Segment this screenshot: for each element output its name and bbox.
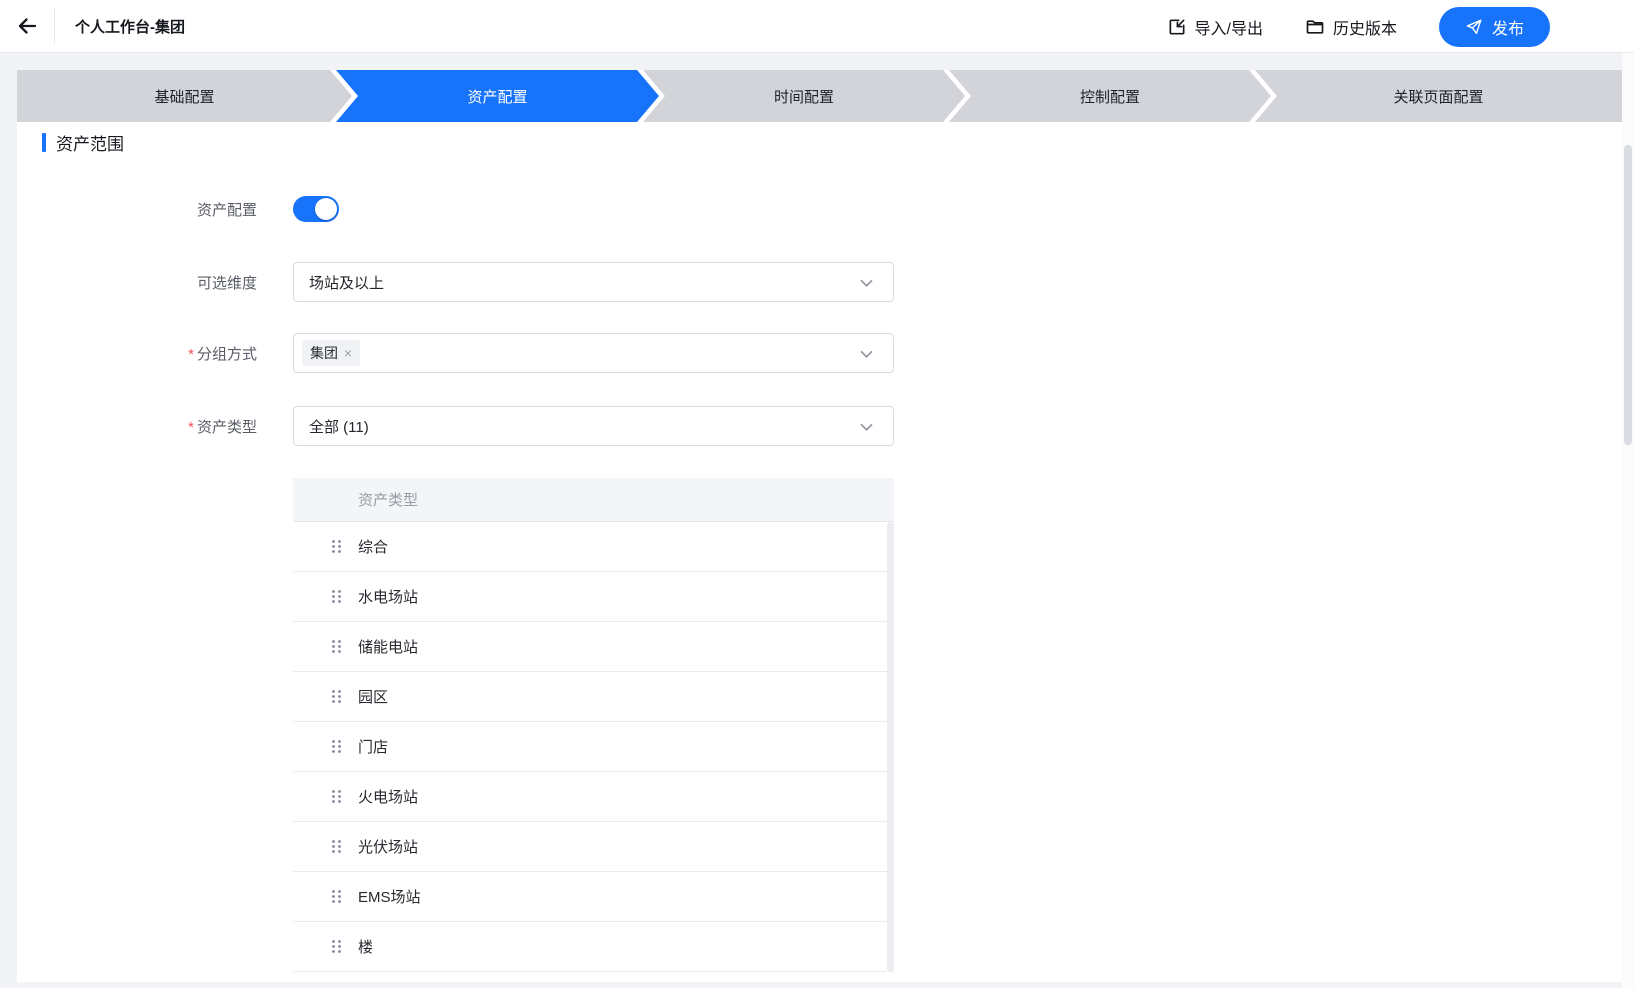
table-header-cell: 资产类型 <box>293 478 894 522</box>
grouping-select[interactable]: 集团 × <box>293 333 894 373</box>
publish-label: 发布 <box>1491 20 1524 38</box>
asset-type-select[interactable]: 全部 (11) <box>293 406 894 446</box>
toggle-knob <box>315 198 337 220</box>
drag-handle-icon[interactable] <box>331 739 343 754</box>
drag-handle-icon[interactable] <box>331 639 343 654</box>
drag-handle-icon[interactable] <box>331 689 343 704</box>
table-row: 门店 <box>293 722 887 772</box>
step-tab-time-config[interactable]: 时间配置 <box>643 70 965 122</box>
section-title: 资产范围 <box>56 135 124 154</box>
dimension-select[interactable]: 场站及以上 <box>293 262 894 302</box>
asset-type-select-value: 全部 (11) <box>309 418 369 436</box>
folder-icon <box>1305 17 1325 37</box>
asset-type-cell: 储能电站 <box>358 639 419 656</box>
drag-handle-icon[interactable] <box>331 839 343 854</box>
page-title: 个人工作台-集团 <box>75 18 185 36</box>
grouping-label: * 分组方式 <box>188 345 257 363</box>
content-card: 基础配置 资产配置 时间配置 控制配置 关联页面配置 资产范围 资产配置 可选维… <box>17 70 1622 982</box>
form-row-asset-type: * 资产类型 全部 (11) <box>17 406 894 446</box>
group-tag-label: 集团 <box>310 345 338 361</box>
topbar-divider <box>54 8 55 44</box>
asset-type-cell: 楼 <box>358 939 374 956</box>
import-export-button[interactable]: 导入/导出 <box>1167 15 1263 39</box>
form-row-asset-config: 资产配置 <box>17 183 339 235</box>
import-export-icon <box>1167 17 1187 37</box>
top-bar: 个人工作台-集团 导入/导出 历史版本 发布 <box>0 0 1634 53</box>
asset-config-label: 资产配置 <box>196 201 257 219</box>
asset-type-cell: 光伏场站 <box>358 839 419 856</box>
step-tab-basic-config[interactable]: 基础配置 <box>17 70 352 122</box>
group-tag: 集团 × <box>302 340 361 366</box>
drag-handle-icon[interactable] <box>331 789 343 804</box>
page-scrollbar-track <box>1622 53 1634 988</box>
asset-type-table: 资产类型 综合水电场站储能电站园区门店火电场站光伏场站 EMS场站楼 <box>293 478 894 972</box>
asset-config-toggle[interactable] <box>293 196 339 222</box>
required-mark: * <box>188 345 194 363</box>
asset-type-cell: 水电场站 <box>358 589 419 606</box>
table-row: 楼 <box>293 922 887 972</box>
topbar-actions: 导入/导出 历史版本 发布 <box>1167 0 1550 53</box>
section-accent-bar <box>42 133 46 152</box>
asset-type-cell: 门店 <box>358 739 389 756</box>
table-row: 园区 <box>293 672 887 722</box>
dimension-select-value: 场站及以上 <box>309 274 385 292</box>
form-row-grouping: * 分组方式 集团 × <box>17 333 894 373</box>
chevron-down-icon <box>860 350 873 359</box>
table-row: EMS场站 <box>293 872 887 922</box>
remove-tag-icon[interactable]: × <box>344 346 352 360</box>
history-versions-label: 历史版本 <box>1332 20 1397 38</box>
drag-handle-icon[interactable] <box>331 589 343 604</box>
dimension-label: 可选维度 <box>196 274 257 292</box>
asset-type-cell: EMS场站 <box>358 889 421 906</box>
form-row-dimension: 可选维度 场站及以上 <box>17 262 894 302</box>
required-mark: * <box>188 418 194 436</box>
asset-type-cell: 园区 <box>358 689 389 706</box>
chevron-down-icon <box>860 423 873 432</box>
asset-type-cell: 火电场站 <box>358 789 419 806</box>
drag-handle-icon[interactable] <box>331 889 343 904</box>
table-scrollbar[interactable] <box>887 522 894 972</box>
step-tab-asset-config[interactable]: 资产配置 <box>336 70 659 122</box>
section-header: 资产范围 <box>42 130 124 155</box>
table-body: 综合水电场站储能电站园区门店火电场站光伏场站 EMS场站楼 <box>293 522 894 972</box>
table-row: 储能电站 <box>293 622 887 672</box>
page-scrollbar-thumb[interactable] <box>1624 145 1632 445</box>
table-row: 火电场站 <box>293 772 887 822</box>
arrow-left-icon <box>15 14 39 38</box>
table-row: 综合 <box>293 522 887 572</box>
drag-handle-icon[interactable] <box>331 939 343 954</box>
table-row: 光伏场站 <box>293 822 887 872</box>
step-wizard: 基础配置 资产配置 时间配置 控制配置 关联页面配置 <box>17 70 1622 122</box>
send-icon <box>1465 18 1483 36</box>
publish-button[interactable]: 发布 <box>1438 6 1550 47</box>
back-button[interactable] <box>0 0 54 52</box>
asset-type-cell: 综合 <box>358 539 389 556</box>
drag-handle-icon[interactable] <box>331 539 343 554</box>
step-tab-related-page-config[interactable]: 关联页面配置 <box>1255 70 1622 122</box>
chevron-down-icon <box>860 279 873 288</box>
asset-config-page: 个人工作台-集团 导入/导出 历史版本 发布 基础配置 资产配置 时间配置 控制… <box>0 0 1634 988</box>
step-tab-control-config[interactable]: 控制配置 <box>949 70 1271 122</box>
table-row: 水电场站 <box>293 572 887 622</box>
import-export-label: 导入/导出 <box>1194 20 1263 38</box>
history-versions-button[interactable]: 历史版本 <box>1305 15 1397 39</box>
asset-type-label: * 资产类型 <box>188 418 257 436</box>
